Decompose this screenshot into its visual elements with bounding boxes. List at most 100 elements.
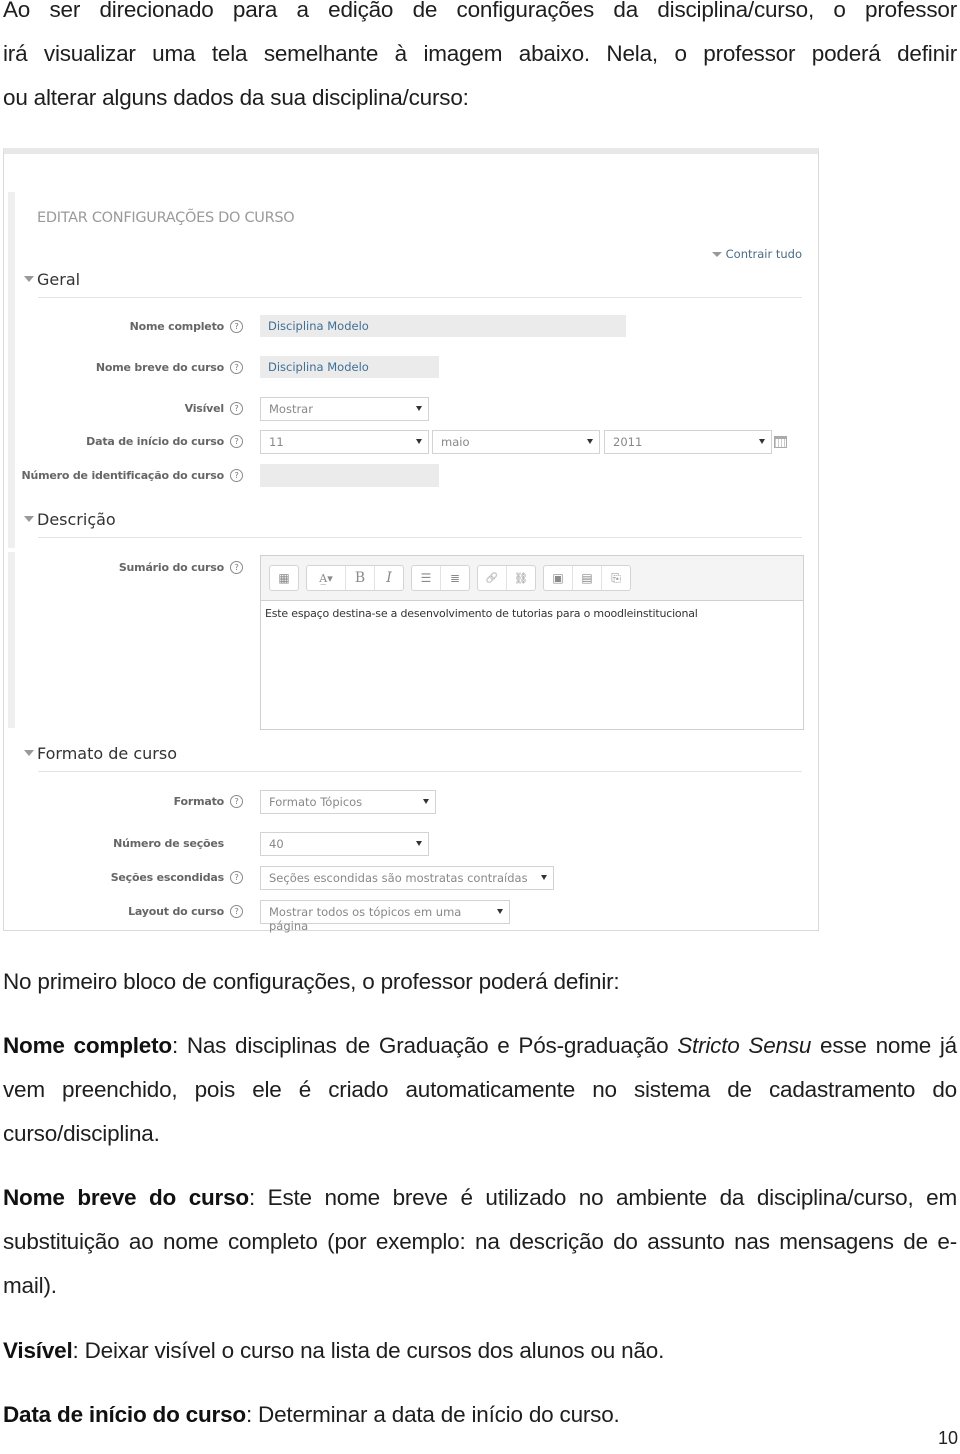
sections-count-select[interactable]: 40 <box>260 832 429 856</box>
unordered-list-icon[interactable]: ☰ <box>412 566 440 590</box>
visible-text: : Deixar visível o curso na lista de cur… <box>72 1338 665 1363</box>
format-label-text: Formato <box>173 795 225 808</box>
summary-label: Sumário do curso ? <box>119 561 243 574</box>
font-style-icon[interactable]: A̲▾ <box>307 566 345 590</box>
help-icon[interactable]: ? <box>230 561 243 574</box>
section-general-toggle[interactable]: Geral <box>24 270 80 289</box>
full-name-explanation: Nome completo: Nas disciplinas de Gradua… <box>3 1024 957 1156</box>
start-date-explanation: Data de início do curso: Determinar a da… <box>3 1393 957 1437</box>
hidden-sections-value: Seções escondidas são mostratas contraíd… <box>269 871 528 885</box>
visible-select-value: Mostrar <box>269 402 313 416</box>
section-description-title: Descrição <box>37 510 116 529</box>
full-name-term: Nome completo <box>3 1033 172 1058</box>
course-settings-screenshot: EDITAR CONFIGURAÇÕES DO CURSO Contrair t… <box>3 148 819 933</box>
visible-label-text: Visível <box>184 402 225 415</box>
help-icon[interactable]: ? <box>230 320 243 333</box>
course-layout-label: Layout do curso ? <box>128 905 243 918</box>
full-name-italic: Stricto Sensu <box>677 1033 812 1058</box>
id-number-label-text: Número de identificação do curso <box>21 469 225 482</box>
format-select-value: Formato Tópicos <box>269 795 363 809</box>
image-icon[interactable]: ▣ <box>544 566 572 590</box>
calendar-icon[interactable] <box>774 436 787 448</box>
visible-term: Visível <box>3 1338 73 1363</box>
help-icon[interactable]: ? <box>230 905 243 918</box>
help-icon[interactable]: ? <box>230 361 243 374</box>
full-name-label-text: Nome completo <box>129 320 225 333</box>
help-icon[interactable]: ? <box>230 435 243 448</box>
short-name-term: Nome breve do curso <box>3 1185 249 1210</box>
sections-count-label: Número de seções <box>113 837 243 850</box>
start-year-value: 2011 <box>613 435 643 449</box>
page-number: 10 <box>937 1428 958 1448</box>
section-format-title: Formato de curso <box>37 744 177 763</box>
toolbar-group-toggle: ▦ <box>269 565 299 591</box>
dropdown-caret-icon <box>497 909 503 914</box>
full-name-text-a: : Nas disciplinas de Graduação e Pós-gra… <box>171 1033 678 1058</box>
short-name-explanation: Nome breve do curso: Este nome breve é u… <box>3 1176 957 1308</box>
section-description-toggle[interactable]: Descrição <box>24 510 116 529</box>
section-divider <box>38 297 802 298</box>
visible-label: Visível ? <box>185 402 243 415</box>
dropdown-caret-icon <box>587 439 593 444</box>
section-format-toggle[interactable]: Formato de curso <box>24 744 177 763</box>
summary-label-text: Sumário do curso <box>118 561 224 574</box>
dropdown-caret-icon <box>416 439 422 444</box>
id-number-label: Número de identificação do curso ? <box>22 469 243 482</box>
intro-line-2: irá visualizar uma tela semelhante à ima… <box>3 41 957 66</box>
course-layout-label-text: Layout do curso <box>128 905 224 918</box>
course-layout-value: Mostrar todos os tópicos em uma página <box>269 905 462 933</box>
ordered-list-icon[interactable]: ≣ <box>440 566 469 590</box>
start-date-term: Data de início do curso <box>3 1402 246 1427</box>
bold-icon[interactable]: B <box>345 566 374 590</box>
help-icon[interactable]: ? <box>230 795 243 808</box>
toolbar-toggle-icon[interactable]: ▦ <box>270 566 298 590</box>
format-label: Formato ? <box>174 795 243 808</box>
course-layout-select[interactable]: Mostrar todos os tópicos em uma página <box>260 900 510 933</box>
collapse-all-link[interactable]: Contrair tudo <box>711 247 802 261</box>
block-intro-paragraph: No primeiro bloco de configurações, o pr… <box>3 969 620 994</box>
page-heading: EDITAR CONFIGURAÇÕES DO CURSO <box>37 210 295 226</box>
italic-icon[interactable]: I <box>374 566 403 590</box>
link-icon[interactable]: 🔗 <box>478 566 506 590</box>
id-number-input[interactable] <box>260 464 439 487</box>
intro-paragraph: Ao ser direcionado para a edição de conf… <box>3 0 957 120</box>
start-year-select[interactable]: 2011 <box>604 430 772 454</box>
hidden-sections-select[interactable]: Seções escondidas são mostratas contraíd… <box>260 866 554 890</box>
left-strip <box>8 552 15 728</box>
unlink-icon[interactable]: ⛓ <box>506 566 535 590</box>
help-icon[interactable]: ? <box>230 402 243 415</box>
intro-line-1: Ao ser direcionado para a edição de conf… <box>3 0 957 22</box>
toolbar-group-style: A̲▾ B I <box>306 565 404 591</box>
summary-editor: ▦ A̲▾ B I ☰ ≣ 🔗 ⛓ ▣ ▤ ⎘ Este espaço dest… <box>260 555 804 730</box>
short-name-input[interactable]: Disciplina Modelo <box>260 356 439 378</box>
dropdown-caret-icon <box>759 439 765 444</box>
summary-text-area[interactable]: Este espaço destina-se a desenvolvimento… <box>261 601 803 626</box>
start-month-value: maio <box>441 435 470 449</box>
intro-line-3: ou alterar alguns dados da sua disciplin… <box>3 85 469 110</box>
format-select[interactable]: Formato Tópicos <box>260 790 436 814</box>
full-name-input[interactable]: Disciplina Modelo <box>260 315 626 337</box>
help-icon[interactable]: ? <box>230 871 243 884</box>
expand-triangle-icon <box>24 275 34 282</box>
start-day-value: 11 <box>269 435 284 449</box>
section-general-title: Geral <box>37 270 81 289</box>
expand-triangle-icon <box>24 515 34 522</box>
start-date-text: : Determinar a data de início do curso. <box>245 1402 620 1427</box>
dropdown-caret-icon <box>423 799 429 804</box>
sections-count-label-text: Número de seções <box>113 837 224 850</box>
toolbar-group-lists: ☰ ≣ <box>411 565 470 591</box>
help-icon[interactable]: ? <box>230 469 243 482</box>
dropdown-caret-icon <box>416 841 422 846</box>
start-day-select[interactable]: 11 <box>260 430 429 454</box>
dropdown-caret-icon <box>541 875 547 880</box>
short-name-label: Nome breve do curso ? <box>96 361 243 374</box>
toolbar-group-media: ▣ ▤ ⎘ <box>543 565 631 591</box>
start-month-select[interactable]: maio <box>432 430 600 454</box>
manage-files-icon[interactable]: ⎘ <box>601 566 630 590</box>
hidden-sections-label-text: Seções escondidas <box>110 871 225 884</box>
media-icon[interactable]: ▤ <box>572 566 601 590</box>
visible-select[interactable]: Mostrar <box>260 397 429 421</box>
collapse-triangle-icon <box>711 252 722 257</box>
sections-count-value: 40 <box>269 837 284 851</box>
dropdown-caret-icon <box>416 406 422 411</box>
